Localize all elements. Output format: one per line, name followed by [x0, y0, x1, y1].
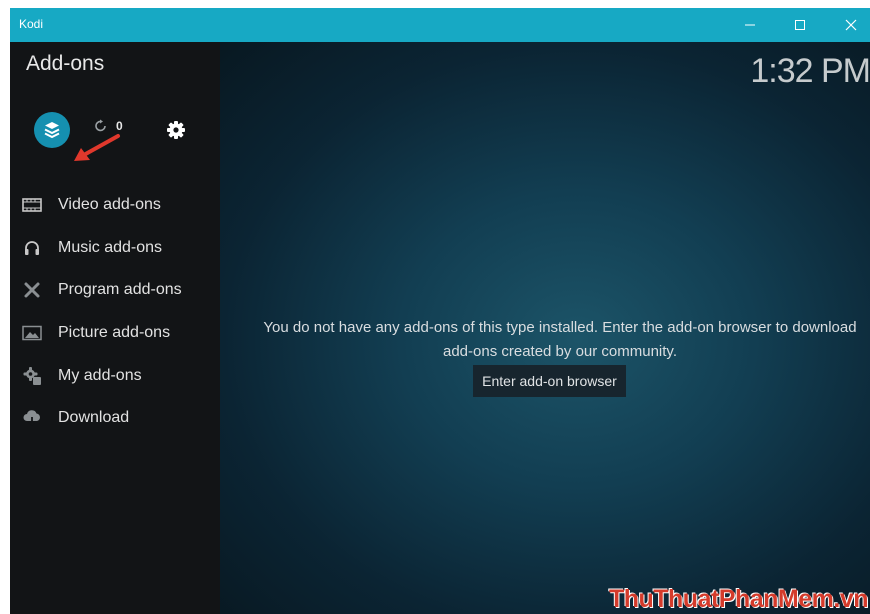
- empty-state-line-1: You do not have any add-ons of this type…: [263, 319, 857, 336]
- sidebar-item-program-addons[interactable]: Program add-ons: [10, 269, 220, 312]
- check-updates-button[interactable]: 0: [94, 119, 123, 133]
- sidebar-item-label: Program add-ons: [58, 281, 182, 299]
- page-title: Add-ons: [26, 52, 105, 75]
- sidebar-item-video-addons[interactable]: Video add-ons: [10, 184, 220, 227]
- refresh-icon: [95, 119, 106, 132]
- cog-box-icon: [22, 366, 42, 386]
- addon-browser-icon: [44, 122, 60, 139]
- settings-button[interactable]: [166, 120, 186, 145]
- sidebar-item-label: Music add-ons: [58, 238, 163, 256]
- watermark: ThuThuatPhanMem.vn: [608, 585, 869, 613]
- empty-state-message: You do not have any add-ons of this type…: [240, 316, 870, 364]
- empty-state-line-2: add-ons created by our community.: [442, 343, 677, 360]
- sidebar-item-label: Video add-ons: [58, 196, 161, 214]
- addon-browser-button[interactable]: [34, 112, 70, 148]
- sidebar-item-my-addons[interactable]: My add-ons: [10, 354, 220, 397]
- sidebar-item-picture-addons[interactable]: Picture add-ons: [10, 312, 220, 355]
- sidebar: Add-ons 0 Video add-ons Music add-ons Pr…: [10, 42, 220, 614]
- enter-addon-browser-button[interactable]: Enter add-on browser: [473, 365, 626, 397]
- sidebar-item-music-addons[interactable]: Music add-ons: [10, 227, 220, 270]
- maximize-icon: [795, 20, 805, 30]
- red-arrow-annotation: [74, 134, 120, 161]
- maximize-button[interactable]: [777, 8, 823, 42]
- window-title: Kodi: [19, 17, 44, 31]
- picture-icon: [22, 323, 42, 343]
- gear-icon: [167, 121, 185, 139]
- sidebar-item-label: Download: [58, 409, 130, 427]
- sidebar-item-label: Picture add-ons: [58, 324, 171, 342]
- update-count: 0: [116, 119, 123, 133]
- tools-icon: [22, 280, 42, 300]
- title-bar[interactable]: Kodi: [10, 8, 870, 42]
- sidebar-item-label: My add-ons: [58, 366, 142, 384]
- minimize-icon: [745, 24, 755, 26]
- headphones-icon: [22, 238, 42, 258]
- sidebar-item-download[interactable]: Download: [10, 397, 220, 440]
- close-button[interactable]: [828, 8, 870, 42]
- main-content: 1:32 PM You do not have any add-ons of t…: [220, 42, 870, 614]
- clock: 1:32 PM: [750, 52, 870, 90]
- minimize-button[interactable]: [727, 8, 773, 42]
- sidebar-menu: Video add-ons Music add-ons Program add-…: [10, 184, 220, 440]
- close-icon: [845, 19, 857, 31]
- cloud-download-icon: [22, 408, 42, 428]
- kodi-window: Kodi Add-ons 0 Video add-ons Music add-o…: [10, 8, 870, 614]
- film-icon: [22, 195, 42, 215]
